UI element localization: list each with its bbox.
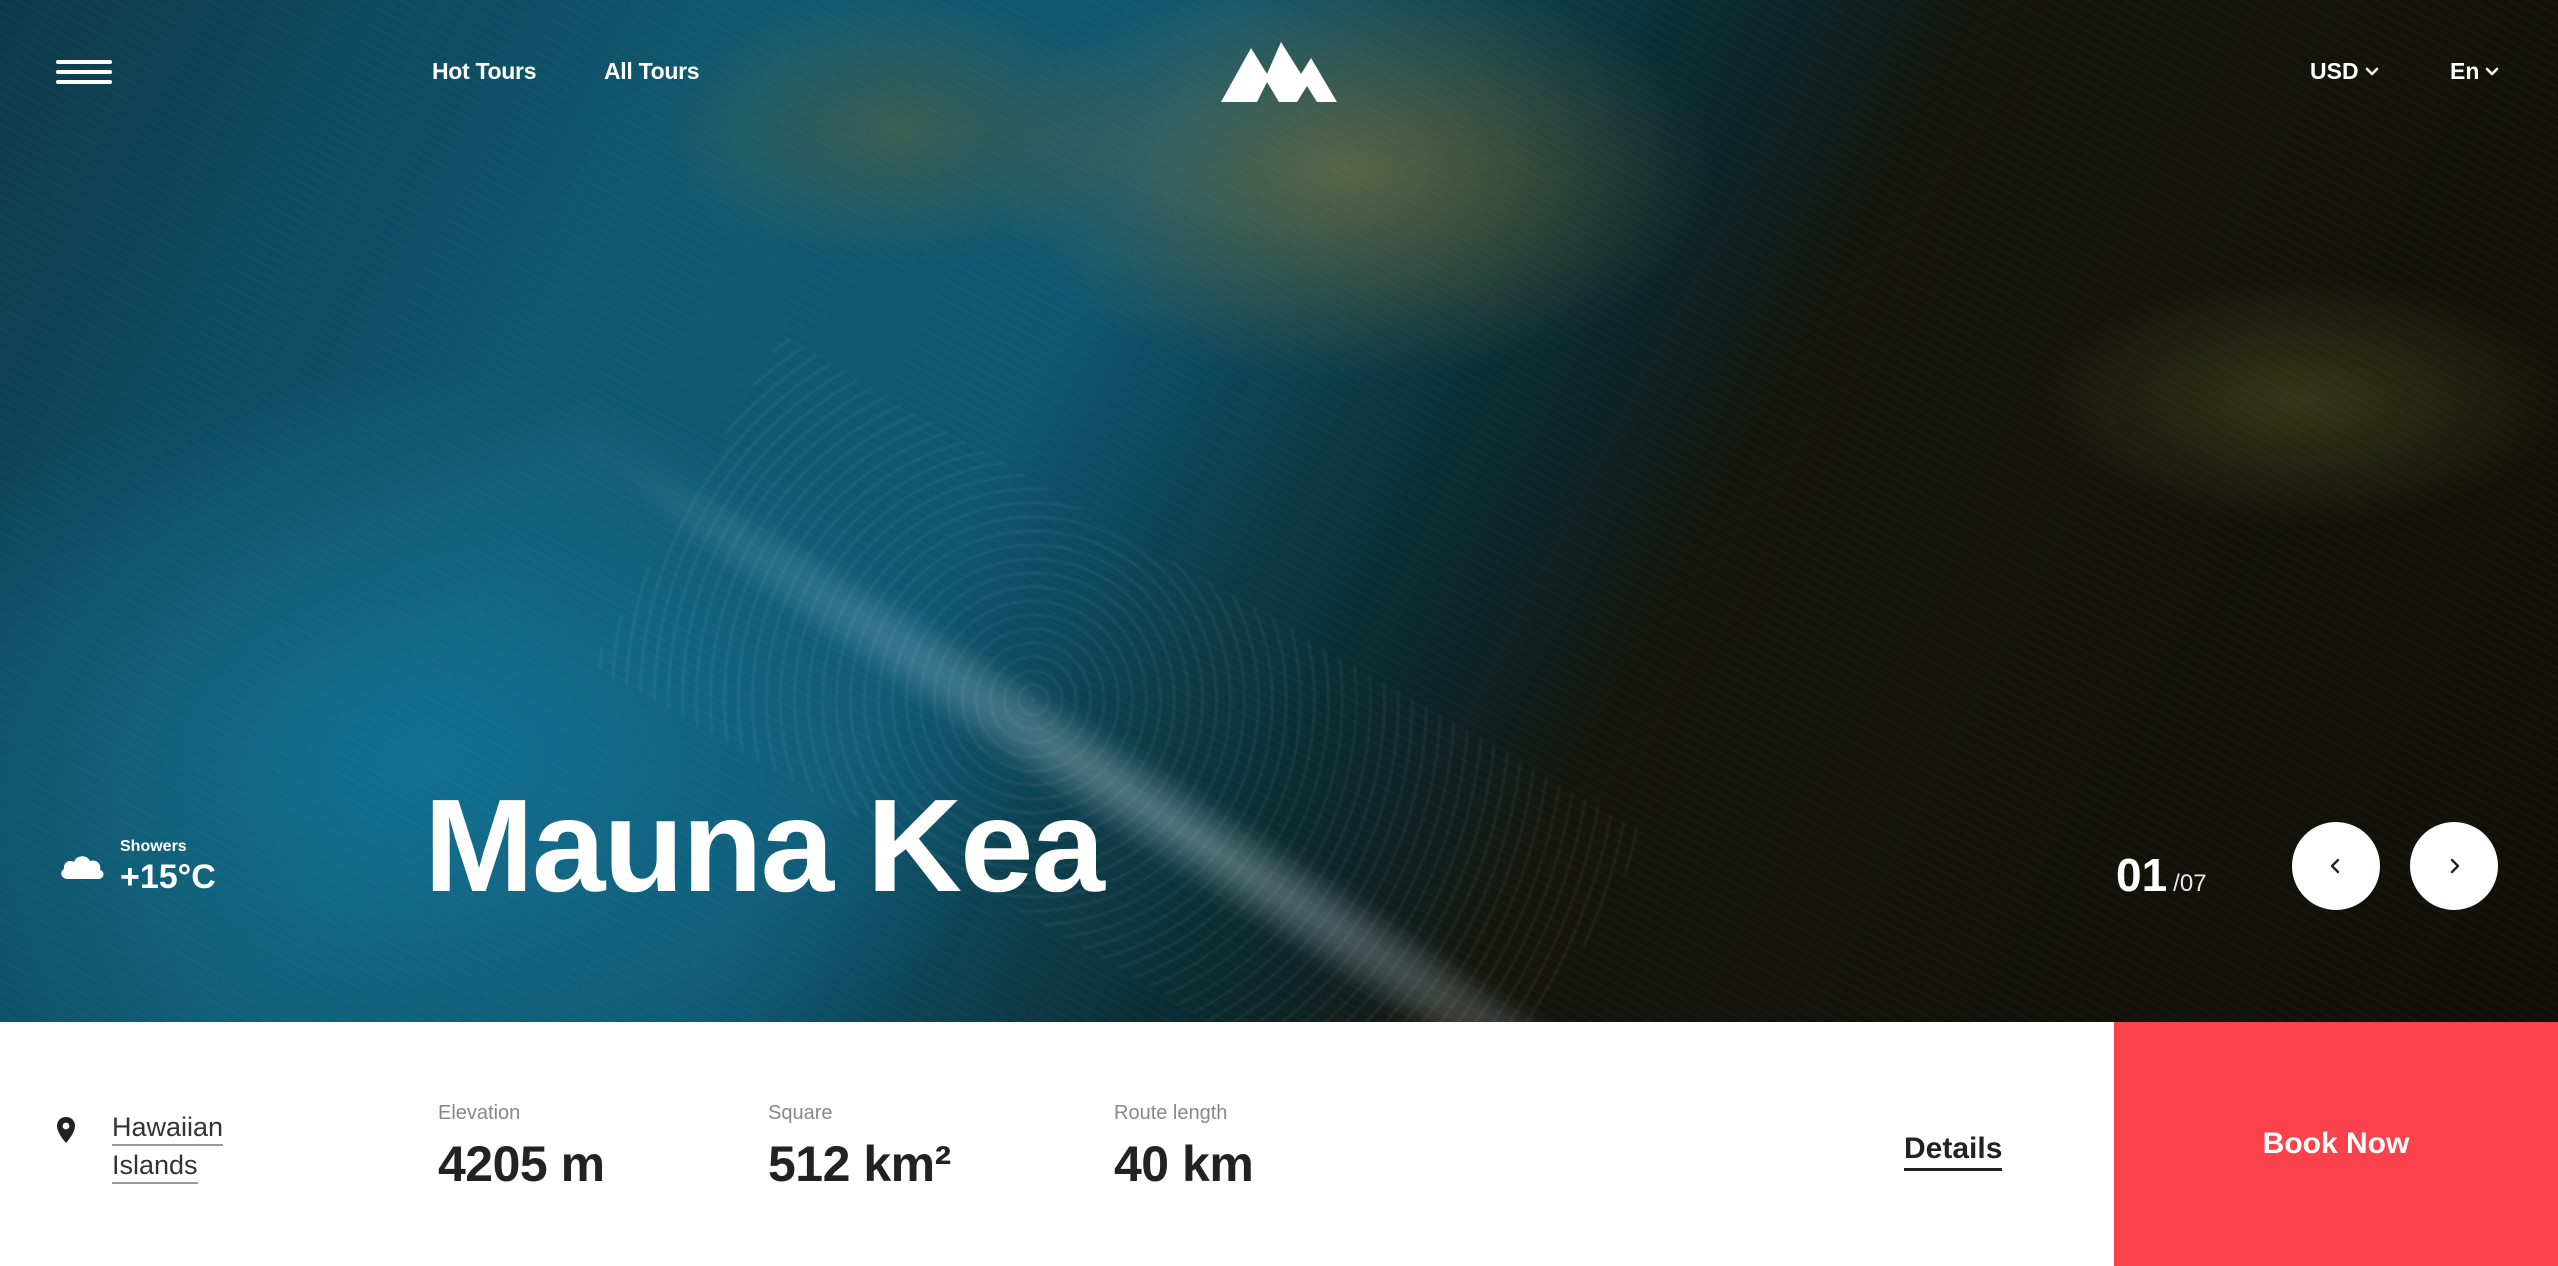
stat-value: 512 km² — [768, 1136, 951, 1192]
stat-label: Route length — [1114, 1102, 1228, 1124]
location-line-1[interactable]: Hawaiian — [112, 1112, 224, 1147]
stat-elevation: Elevation 4205 m — [438, 1102, 605, 1193]
stat-value: 4205 m — [438, 1136, 605, 1192]
nav-link-all-tours[interactable]: All Tours — [604, 58, 700, 85]
book-now-button[interactable]: Book Now — [2114, 1022, 2558, 1266]
mountain-logo-icon[interactable] — [1221, 38, 1337, 102]
tour-info-bar: Hawaiian Islands Elevation 4205 m Square… — [0, 1022, 2114, 1266]
weather-widget: Showers +15°C — [58, 838, 216, 894]
language-label: En — [2450, 58, 2480, 84]
chevron-down-icon — [2365, 67, 2378, 75]
chevron-down-icon — [2486, 67, 2499, 75]
currency-dropdown[interactable]: USD — [2310, 58, 2379, 85]
map-pin-icon — [57, 1117, 75, 1143]
next-slide-button[interactable] — [2410, 822, 2498, 910]
stat-label: Square — [768, 1102, 833, 1124]
chevron-left-icon — [2330, 858, 2340, 874]
hero-water-sparkle — [591, 335, 1649, 1022]
slide-counter: 01 /07 — [2116, 848, 2207, 902]
weather-condition: Showers — [120, 838, 187, 855]
weather-temperature: +15°C — [120, 858, 216, 896]
page-title: Mauna Kea — [424, 772, 1105, 919]
location-line-2[interactable]: Islands — [112, 1150, 198, 1185]
chevron-right-icon — [2450, 858, 2460, 874]
stat-label: Elevation — [438, 1102, 521, 1124]
stat-square: Square 512 km² — [768, 1102, 951, 1193]
details-link[interactable]: Details — [1904, 1132, 2003, 1171]
nav-link-hot-tours[interactable]: Hot Tours — [432, 58, 537, 85]
prev-slide-button[interactable] — [2292, 822, 2380, 910]
slide-total: /07 — [2173, 870, 2207, 897]
location[interactable]: Hawaiian Islands — [56, 1112, 224, 1188]
stat-route-length: Route length 40 km — [1114, 1102, 1254, 1193]
language-dropdown[interactable]: En — [2450, 58, 2499, 85]
cloud-icon — [61, 856, 104, 879]
slide-current: 01 — [2116, 849, 2168, 901]
hamburger-icon[interactable] — [56, 60, 112, 84]
stat-value: 40 km — [1114, 1136, 1254, 1192]
currency-label: USD — [2310, 58, 2359, 84]
